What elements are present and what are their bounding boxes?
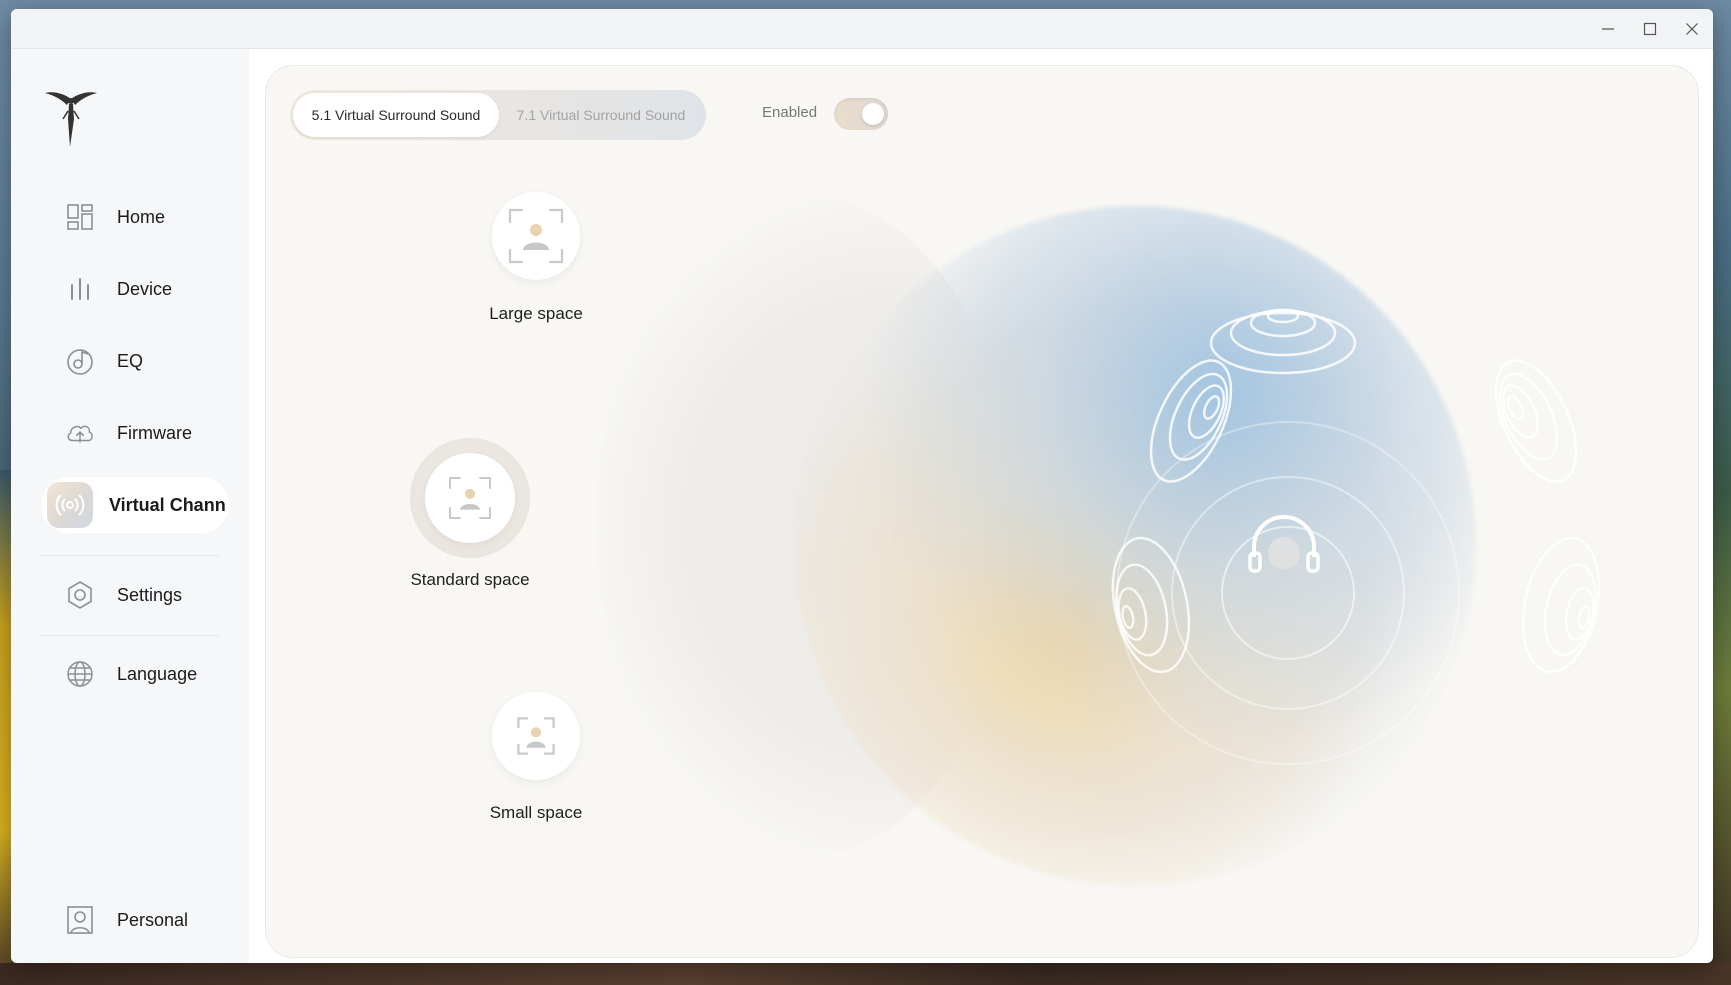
app-window: Home Device EQ Firmware Virtual Chann Se… — [11, 9, 1713, 963]
sidebar-item-label: Virtual Chann — [109, 494, 226, 515]
sidebar-item-label: EQ — [117, 350, 144, 371]
enabled-toggle[interactable] — [834, 98, 888, 130]
surround-mode-tabs: 5.1 Virtual Surround Sound 7.1 Virtual S… — [290, 90, 706, 140]
sidebar-item-device[interactable]: Device — [41, 261, 229, 317]
sidebar-item-virtual-channel[interactable]: Virtual Chann — [41, 477, 229, 533]
person-frame-icon — [517, 717, 555, 755]
headphone-icon — [1248, 515, 1320, 573]
small-space-button[interactable] — [492, 692, 580, 780]
sidebar-item-label: Device — [117, 278, 173, 299]
speaker-rear-right-icon — [1521, 536, 1601, 674]
virtual-channel-panel: 5.1 Virtual Surround Sound 7.1 Virtual S… — [265, 65, 1699, 958]
toggle-knob — [862, 103, 884, 125]
hexagon-settings-icon — [65, 580, 95, 610]
standard-space-button[interactable] — [425, 453, 515, 543]
sidebar-item-settings[interactable]: Settings — [41, 567, 229, 623]
space-option-small[interactable]: Small space — [436, 692, 636, 832]
sidebar-divider — [41, 635, 219, 636]
small-space-label: Small space — [489, 803, 583, 822]
bars-icon — [65, 274, 95, 304]
sidebar-item-label: Firmware — [117, 422, 192, 443]
title-bar — [11, 9, 1713, 49]
music-note-icon — [65, 346, 95, 376]
globe-icon — [65, 659, 95, 689]
person-frame-icon — [508, 208, 564, 264]
user-icon — [65, 905, 95, 935]
cloud-upload-icon — [65, 418, 95, 448]
close-icon[interactable] — [1671, 9, 1713, 48]
sidebar: Home Device EQ Firmware Virtual Chann Se… — [11, 49, 249, 963]
space-option-large[interactable]: Large space — [436, 192, 636, 332]
surround-sphere-visual — [596, 146, 1601, 926]
sidebar-item-label: Language — [117, 663, 198, 684]
desktop-wallpaper-right — [1713, 0, 1731, 985]
tab-5-1-surround[interactable]: 5.1 Virtual Surround Sound — [293, 93, 499, 137]
speaker-front-left-icon — [1149, 359, 1233, 483]
standard-space-label: Standard space — [410, 570, 530, 589]
large-space-label: Large space — [489, 304, 583, 323]
broadcast-icon — [47, 482, 93, 528]
sidebar-item-firmware[interactable]: Firmware — [41, 405, 229, 461]
sidebar-divider — [41, 555, 219, 556]
tab-7-1-surround[interactable]: 7.1 Virtual Surround Sound — [499, 93, 703, 137]
maximize-icon[interactable] — [1629, 9, 1671, 48]
large-space-button[interactable] — [492, 192, 580, 280]
sidebar-item-eq[interactable]: EQ — [41, 333, 229, 389]
desktop-wallpaper-bottom — [0, 963, 1731, 985]
enabled-label: Enabled — [762, 104, 818, 121]
sidebar-item-language[interactable]: Language — [41, 646, 229, 702]
sidebar-item-home[interactable]: Home — [41, 189, 229, 245]
sidebar-item-personal[interactable]: Personal — [41, 892, 229, 948]
speaker-rear-left-icon — [1111, 536, 1191, 674]
sidebar-item-label: Home — [117, 206, 166, 227]
dashboard-icon — [65, 202, 95, 232]
sidebar-item-label: Settings — [117, 584, 183, 605]
speaker-front-right-icon — [1494, 359, 1578, 483]
minimize-icon[interactable] — [1587, 9, 1629, 48]
space-option-standard[interactable]: Standard space — [370, 438, 570, 589]
person-frame-icon — [449, 477, 491, 519]
winged-figure-logo — [43, 89, 99, 151]
sidebar-item-label: Personal — [117, 909, 189, 930]
